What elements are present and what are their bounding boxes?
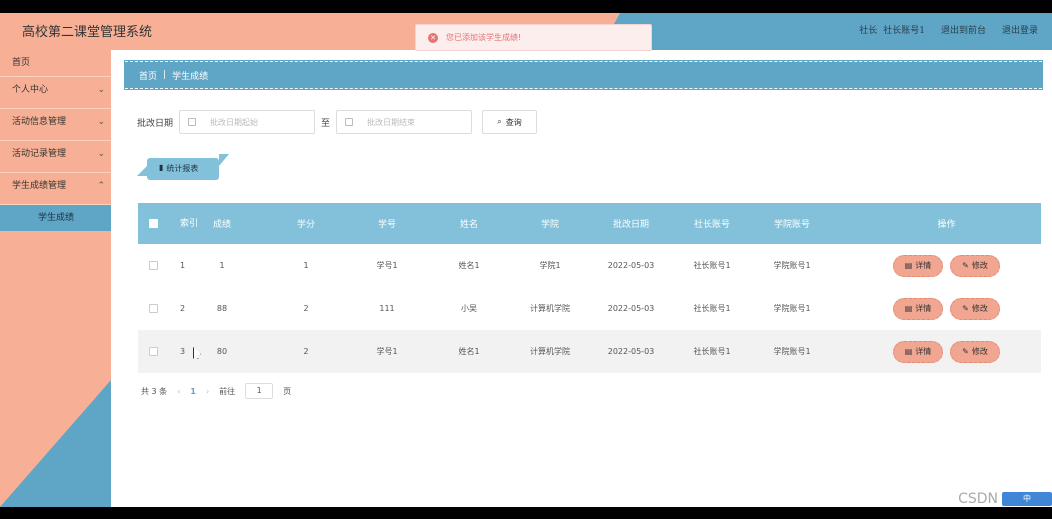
table-row: 1 1 1 学号1 姓名1 学院1 2022-05-03 社长账号1 学院账号1… [138, 244, 1041, 287]
search-icon: ⌕ [497, 117, 502, 126]
filter-label: 批改日期 [137, 118, 174, 129]
chevron-up-icon: ⌃ [97, 181, 105, 191]
error-icon: ✕ [428, 32, 438, 43]
calendar-icon [345, 118, 354, 126]
table-row: 2 88 2 111 小吴 计算机学院 2022-05-03 社长账号1 学院账… [138, 287, 1041, 330]
select-all-checkbox[interactable] [148, 219, 158, 228]
edit-button[interactable]: ✎ 修改 [950, 340, 1000, 363]
logout-link[interactable]: 退出登录 [1002, 23, 1038, 36]
row-checkbox[interactable] [148, 261, 158, 270]
detail-button[interactable]: ▤ 详情 [893, 297, 943, 320]
col-date: 批改日期 [612, 220, 649, 230]
toast-message: 您已添加该学生成绩! [446, 33, 522, 42]
detail-button[interactable]: ▤ 详情 [893, 340, 943, 363]
total-count: 共 3 条 [141, 386, 168, 396]
watermark-text: CSDN [958, 491, 998, 507]
sidebar: 首页 个人中心 ⌄ 活动信息管理 ⌄ 活动记录管理 ⌄ 学生成绩管理 ⌃ 学生成绩 [0, 50, 111, 507]
watermark: CSDN 中 [958, 491, 1052, 507]
edit-button[interactable]: ✎ 修改 [950, 254, 1000, 277]
breadcrumb-current: 学生成绩 [172, 71, 209, 82]
watermark-badge: 中 [1002, 492, 1052, 506]
chevron-down-icon: ⌄ [97, 117, 105, 127]
calendar-icon [188, 118, 197, 126]
role-label: 社长 [859, 26, 878, 36]
col-college-account: 学院账号 [773, 220, 810, 230]
bar-chart-icon: ▮ [159, 163, 164, 172]
chevron-down-icon: ⌄ [97, 149, 105, 159]
back-to-front-link[interactable]: 退出到前台 [941, 23, 986, 36]
sidebar-item-activity-info[interactable]: 活动信息管理 ⌄ [0, 109, 111, 141]
col-college: 学院 [540, 220, 559, 230]
col-leader-account: 社长账号 [693, 220, 730, 230]
filter-bar: 批改日期 批改日期起始 至 批改日期结束 ⌕ 查询 [137, 110, 538, 134]
goto-page-input[interactable]: 1 [245, 383, 274, 399]
stat-report-button[interactable]: ▮ 统计报表 [137, 154, 229, 180]
sidebar-item-grades[interactable]: 学生成绩管理 ⌃ [0, 173, 111, 205]
pagination: 共 3 条 ‹ 1 › 前往 1 页 [141, 383, 291, 399]
col-credit: 学分 [296, 220, 315, 230]
row-checkbox[interactable] [148, 347, 158, 356]
col-index: 索引 [180, 218, 199, 229]
sidebar-subitem-student-grades[interactable]: 学生成绩 [0, 205, 111, 231]
col-score: 成绩 [212, 220, 231, 230]
page-number[interactable]: 1 [190, 387, 196, 396]
edit-button[interactable]: ✎ 修改 [950, 297, 1000, 320]
document-icon: ▤ [904, 347, 913, 356]
app-screen: 高校第二课堂管理系统 社长 社长账号1 退出到前台 退出登录 ✕ 您已添加该学生… [0, 13, 1052, 507]
pencil-icon: ✎ [962, 347, 969, 356]
start-date-input[interactable]: 批改日期起始 [179, 110, 316, 134]
table-header: 索引 成绩 学分 学号 姓名 学院 批改日期 社长账号 学院账号 操作 [138, 203, 1041, 244]
sidebar-item-home[interactable]: 首页 [0, 50, 111, 77]
goto-label: 前往 [219, 386, 236, 396]
range-to-label: 至 [321, 118, 331, 129]
pencil-icon: ✎ [962, 261, 969, 270]
col-actions: 操作 [937, 220, 956, 230]
document-icon: ▤ [904, 261, 913, 270]
sidebar-item-activity-records[interactable]: 活动记录管理 ⌄ [0, 141, 111, 173]
grades-table: 索引 成绩 学分 学号 姓名 学院 批改日期 社长账号 学院账号 操作 1 1 … [138, 203, 1041, 373]
col-student-no: 学号 [377, 220, 396, 230]
sidebar-item-personal-center[interactable]: 个人中心 ⌄ [0, 77, 111, 109]
header-links: 社长 社长账号1 退出到前台 退出登录 [859, 23, 1038, 36]
col-name: 姓名 [459, 220, 478, 230]
end-date-input[interactable]: 批改日期结束 [336, 110, 473, 134]
prev-page-button[interactable]: ‹ [177, 387, 180, 396]
page-unit-label: 页 [283, 386, 292, 396]
error-toast: ✕ 您已添加该学生成绩! [415, 24, 652, 51]
detail-button[interactable]: ▤ 详情 [893, 254, 943, 277]
table-row: 3 80 2 学号1 姓名1 计算机学院 2022-05-03 社长账号1 学院… [138, 330, 1041, 373]
breadcrumb: 首页 | 学生成绩 [124, 60, 1043, 90]
account-label: 社长账号1 [883, 26, 925, 36]
breadcrumb-separator: | [163, 70, 167, 80]
document-icon: ▤ [904, 304, 913, 313]
chevron-down-icon: ⌄ [97, 85, 105, 95]
row-checkbox[interactable] [148, 304, 158, 313]
query-button[interactable]: ⌕ 查询 [482, 110, 538, 134]
app-title: 高校第二课堂管理系统 [22, 25, 153, 40]
breadcrumb-home[interactable]: 首页 [139, 69, 157, 82]
next-page-button[interactable]: › [206, 387, 209, 396]
pencil-icon: ✎ [962, 304, 969, 313]
